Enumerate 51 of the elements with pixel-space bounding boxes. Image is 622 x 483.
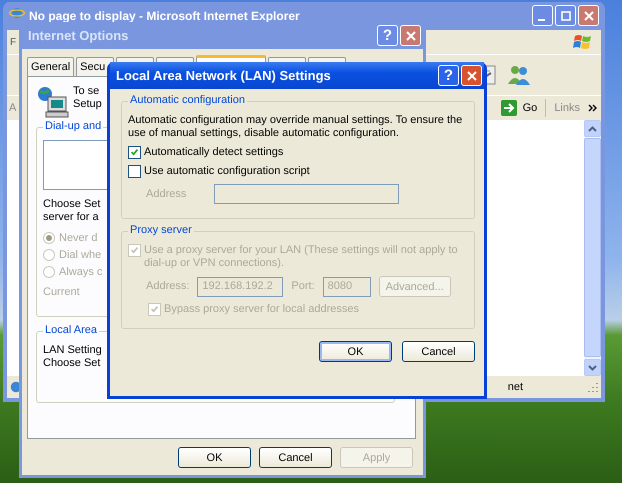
close-icon xyxy=(406,30,416,40)
description-text: Automatic configuration may override manual settings. To ensure the use of manual settings, disable automatic configuration. xyxy=(128,114,464,140)
window-title: No page to display - Microsoft Internet Explorer xyxy=(29,9,300,23)
chevron-icon[interactable] xyxy=(588,104,597,112)
address-label: A xyxy=(9,102,16,114)
field-label: Address: xyxy=(146,280,190,293)
close-button[interactable] xyxy=(461,65,482,86)
windows-logo-icon xyxy=(573,32,593,52)
group-label: Dial-up and xyxy=(43,120,104,132)
help-button[interactable]: ? xyxy=(438,65,459,86)
group-label: Automatic configuration xyxy=(128,94,247,106)
field-label: Port: xyxy=(291,280,315,293)
dialog-button[interactable]: OK xyxy=(319,341,392,362)
status-text: net xyxy=(508,381,523,393)
current-label: Current xyxy=(43,286,80,299)
note-text: server for a xyxy=(43,211,100,224)
tab[interactable]: General xyxy=(27,57,74,76)
lan-text: Choose Set xyxy=(43,357,102,370)
check-icon xyxy=(149,304,160,315)
checkbox-label: Use automatic configuration script xyxy=(144,165,310,178)
check-icon xyxy=(129,245,140,256)
lan-text: LAN Setting xyxy=(43,344,102,357)
people-icon[interactable] xyxy=(507,64,531,86)
dialog-button[interactable]: Cancel xyxy=(259,447,332,468)
checkbox[interactable] xyxy=(128,146,141,159)
window-title: Internet Options xyxy=(27,28,128,43)
close-icon xyxy=(466,70,476,80)
window-title: Local Area Network (LAN) Settings xyxy=(115,68,331,83)
close-icon xyxy=(584,10,594,20)
checkbox-label: Use a proxy server for your LAN (These settings will not apply to dial-up or VPN connections). xyxy=(144,244,459,270)
checkbox[interactable] xyxy=(128,165,141,178)
checkbox-label: Automatically detect settings xyxy=(144,146,284,159)
menu-item[interactable]: F xyxy=(10,36,16,48)
group-label: Local Area xyxy=(43,324,99,336)
intro-text: To se xyxy=(73,85,100,98)
browser-icon xyxy=(9,5,25,21)
maximize-icon xyxy=(560,10,570,20)
field-label: Address xyxy=(146,188,186,200)
note-text: Choose Set xyxy=(43,198,100,211)
dialog-button[interactable]: OK xyxy=(178,447,251,468)
checkbox-label: Bypass proxy server for local addresses xyxy=(164,303,360,316)
check-icon xyxy=(129,147,140,158)
minimize-icon xyxy=(538,18,544,20)
go-button[interactable]: Go xyxy=(498,99,546,117)
links-button[interactable]: Links xyxy=(554,102,580,114)
arrow-right-icon xyxy=(500,100,517,116)
resize-grip-icon[interactable] xyxy=(587,381,599,393)
intro-text: Setup xyxy=(73,98,102,111)
computer-globe-icon xyxy=(36,85,70,119)
group-label: Proxy server xyxy=(128,224,194,236)
dialog-button[interactable]: Cancel xyxy=(402,341,475,362)
